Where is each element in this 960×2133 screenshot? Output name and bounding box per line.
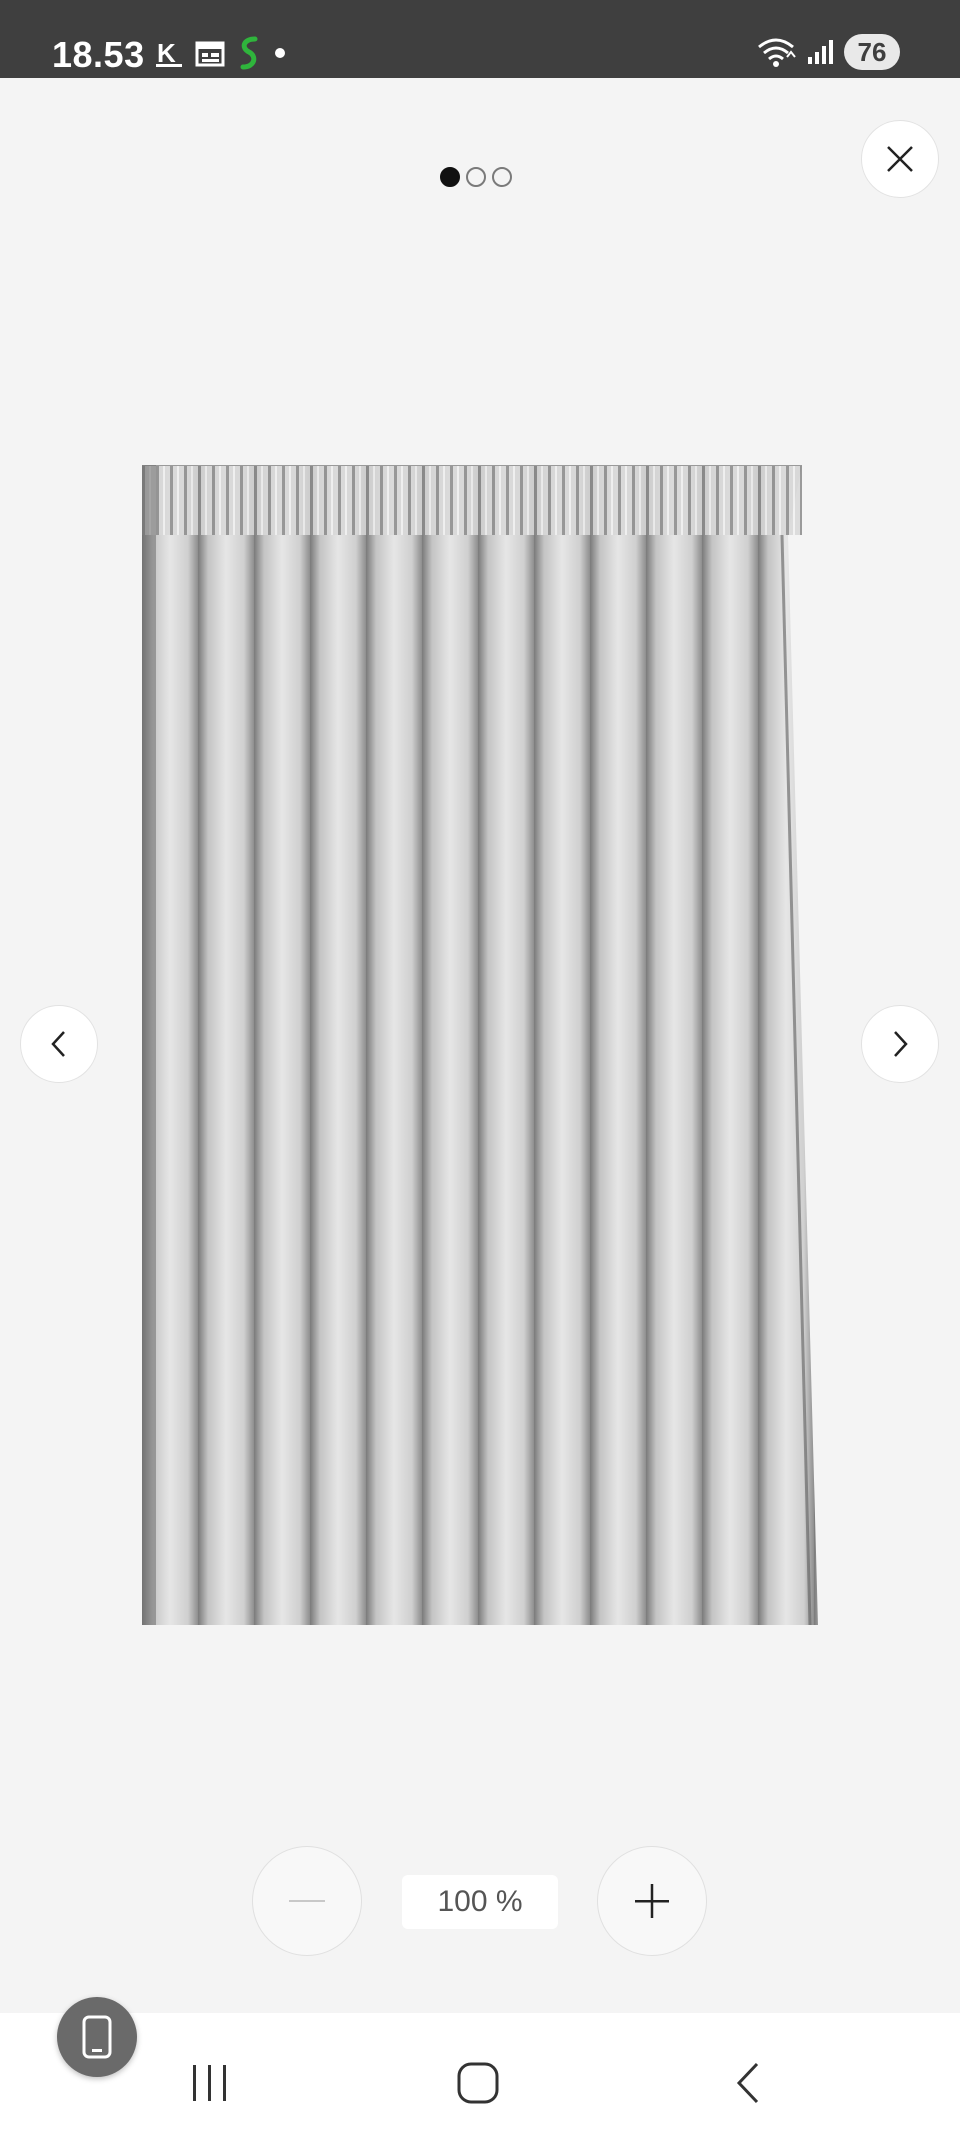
back-icon <box>736 2062 759 2104</box>
minus-icon <box>289 1900 325 1902</box>
next-image-button[interactable] <box>861 1005 939 1083</box>
navigation-bar <box>0 2013 960 2133</box>
plus-icon <box>635 1884 669 1918</box>
previous-image-button[interactable] <box>20 1005 98 1083</box>
home-icon <box>457 2062 499 2104</box>
zoom-in-button[interactable] <box>597 1846 707 1956</box>
image-pager <box>440 167 512 187</box>
signal-icon <box>808 40 833 64</box>
status-icons-right: 76 <box>756 34 900 70</box>
wifi-icon <box>758 38 796 67</box>
curtain-image <box>142 464 818 1626</box>
pager-dot-1[interactable] <box>440 167 460 187</box>
recent-apps-icon <box>193 2065 226 2101</box>
status-icons-left: K <box>155 36 287 70</box>
svg-text:K: K <box>157 38 176 68</box>
phone-icon <box>82 2015 112 2059</box>
chevron-left-icon <box>51 1031 65 1057</box>
home-button[interactable] <box>448 2053 508 2113</box>
zoom-level: 100 % <box>402 1875 558 1929</box>
close-button[interactable] <box>861 120 939 198</box>
pager-dot-2[interactable] <box>466 167 486 187</box>
floating-phone-button[interactable] <box>57 1997 137 2077</box>
battery-icon: 76 <box>844 34 900 70</box>
back-button[interactable] <box>718 2053 778 2113</box>
status-time: 18.53 <box>52 34 145 75</box>
zoom-out-button[interactable] <box>252 1846 362 1956</box>
pager-dot-3[interactable] <box>492 167 512 187</box>
notification-dot-icon <box>275 48 285 58</box>
product-image[interactable] <box>142 464 818 1626</box>
status-bar: 18.53 K 76 <box>0 0 960 78</box>
calendar-icon <box>195 41 225 67</box>
k-app-icon: K <box>156 38 182 68</box>
recent-apps-button[interactable] <box>180 2053 240 2113</box>
chevron-right-icon <box>894 1031 908 1057</box>
s-app-icon <box>240 36 258 70</box>
battery-level: 76 <box>857 36 887 67</box>
close-icon <box>887 146 913 172</box>
